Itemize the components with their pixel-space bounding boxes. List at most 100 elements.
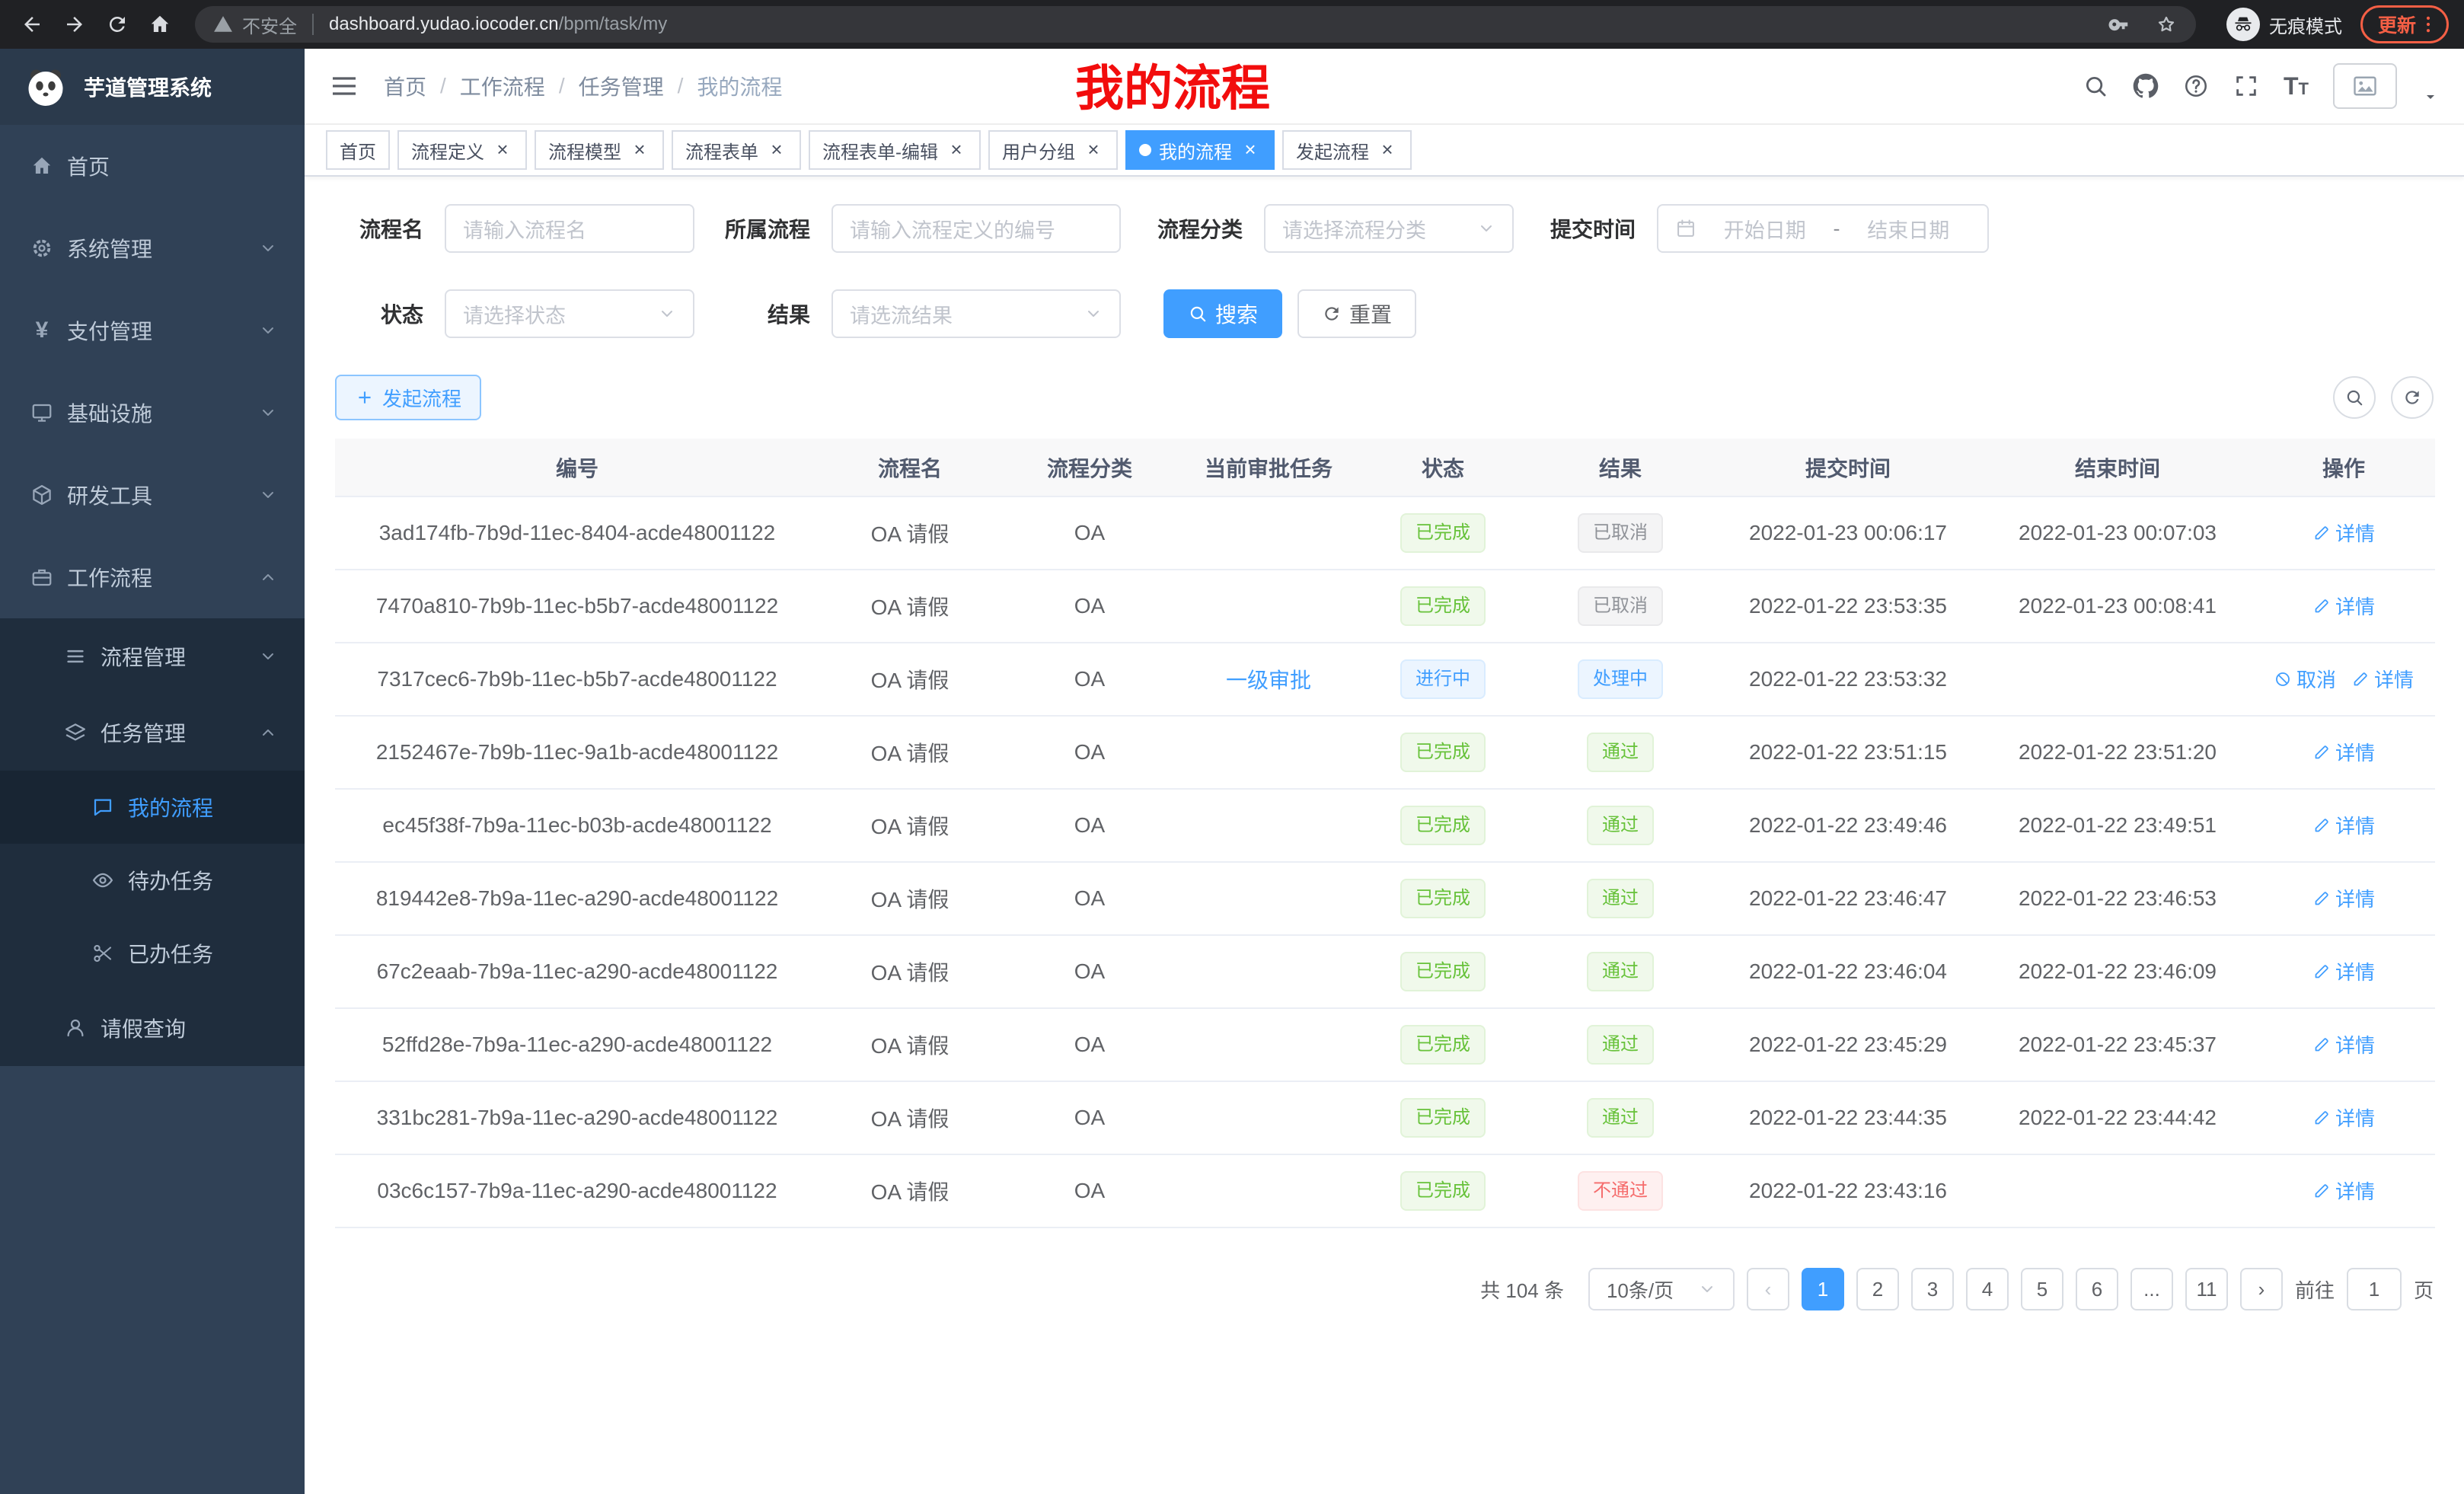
tab-my-process[interactable]: 我的流程×	[1125, 130, 1275, 170]
status-badge: 进行中	[1400, 659, 1486, 698]
status-select[interactable]: 请选择状态	[445, 289, 694, 338]
sidebar-item-home[interactable]: 首页	[0, 125, 305, 207]
tab-process-model[interactable]: 流程模型×	[535, 130, 664, 170]
tab-process-form[interactable]: 流程表单×	[672, 130, 801, 170]
avatar-caret-down-icon[interactable]	[2421, 88, 2440, 106]
browser-home-button[interactable]	[140, 5, 180, 44]
tab-close-icon[interactable]: ×	[946, 139, 967, 161]
process-name-input[interactable]: 请输入流程名	[445, 204, 694, 253]
help-icon[interactable]	[2183, 73, 2209, 99]
page-button-3[interactable]: 3	[1911, 1268, 1954, 1310]
font-size-icon[interactable]: TT	[2284, 72, 2309, 101]
current-task-link[interactable]: 一级审批	[1226, 669, 1311, 692]
page-url: dashboard.yudao.iocoder.cn/bpm/task/my	[329, 14, 667, 35]
cell-process-id: 52ffd28e-7b9a-11ec-a290-acde48001122	[335, 1008, 819, 1081]
github-icon[interactable]	[2133, 73, 2159, 99]
tab-close-icon[interactable]: ×	[1240, 139, 1261, 161]
detail-link[interactable]: 详情	[2351, 665, 2414, 693]
browser-reload-button[interactable]	[97, 5, 137, 44]
avatar[interactable]	[2333, 63, 2397, 109]
page-button-4[interactable]: 4	[1966, 1268, 2009, 1310]
bookmark-star-icon[interactable]	[2155, 13, 2178, 36]
cell-status: 已完成	[1358, 496, 1527, 570]
category-select[interactable]: 请选择流程分类	[1264, 204, 1514, 253]
goto-page-input[interactable]: 1	[2347, 1268, 2402, 1310]
detail-link[interactable]: 详情	[2312, 592, 2375, 620]
tab-user-group[interactable]: 用户分组×	[988, 130, 1118, 170]
toggle-search-button[interactable]	[2333, 376, 2376, 419]
tab-close-icon[interactable]: ×	[1377, 139, 1398, 161]
sidebar-item-payment[interactable]: ¥支付管理	[0, 289, 305, 372]
browser-back-button[interactable]	[12, 5, 52, 44]
page-size-select[interactable]: 10条/页	[1588, 1268, 1735, 1310]
sidebar-item-system[interactable]: 系统管理	[0, 207, 305, 289]
browser-forward-button[interactable]	[55, 5, 94, 44]
table-row: ec45f38f-7b9a-11ec-b03b-acde48001122OA 请…	[335, 789, 2435, 862]
fullscreen-icon[interactable]	[2233, 73, 2259, 99]
browser-menu-dots-icon[interactable]	[2418, 14, 2439, 35]
app-logo[interactable]: 芋道管理系统	[0, 49, 305, 125]
page-button-5[interactable]: 5	[2021, 1268, 2063, 1310]
sidebar-item-workflow[interactable]: 工作流程	[0, 536, 305, 618]
reset-button[interactable]: 重置	[1297, 289, 1416, 338]
result-select[interactable]: 请选流结果	[831, 289, 1121, 338]
submit-time-range-input[interactable]: 开始日期 - 结束日期	[1657, 204, 1989, 253]
status-badge: 已完成	[1400, 586, 1486, 625]
tab-close-icon[interactable]: ×	[1083, 139, 1104, 161]
page-more-button[interactable]: ...	[2130, 1268, 2173, 1310]
table-row: 7317cec6-7b9b-11ec-b5b7-acde48001122OA 请…	[335, 643, 2435, 716]
list-icon	[64, 645, 87, 668]
sidebar-item-done-task[interactable]: 已办任务	[0, 917, 305, 990]
next-page-button[interactable]: ›	[2240, 1268, 2283, 1310]
sidebar-item-process-mgmt[interactable]: 流程管理	[0, 618, 305, 694]
search-button[interactable]: 搜索	[1163, 289, 1282, 338]
cell-current-task	[1179, 716, 1358, 789]
breadcrumb-task-mgmt[interactable]: 任务管理	[579, 71, 664, 101]
tab-close-icon[interactable]: ×	[629, 139, 650, 161]
cell-end-time	[1983, 1154, 2252, 1227]
tab-close-icon[interactable]: ×	[766, 139, 787, 161]
detail-link[interactable]: 详情	[2312, 738, 2375, 766]
sidebar-item-leave-query[interactable]: 请假查询	[0, 990, 305, 1066]
cell-process-name: OA 请假	[819, 643, 1001, 716]
cancel-link[interactable]: 取消	[2274, 665, 2336, 693]
browser-update-button[interactable]: 更新	[2360, 5, 2449, 43]
sidebar-item-infrastructure[interactable]: 基础设施	[0, 372, 305, 454]
detail-link[interactable]: 详情	[2312, 884, 2375, 912]
result-badge: 通过	[1587, 879, 1654, 918]
tab-home[interactable]: 首页	[326, 130, 390, 170]
detail-link[interactable]: 详情	[2312, 1103, 2375, 1132]
detail-link[interactable]: 详情	[2312, 957, 2375, 985]
tab-process-form-edit[interactable]: 流程表单-编辑×	[809, 130, 981, 170]
search-icon[interactable]	[2083, 73, 2108, 99]
process-def-input[interactable]: 请输入流程定义的编号	[831, 204, 1121, 253]
table-row: 2152467e-7b9b-11ec-9a1b-acde48001122OA 请…	[335, 716, 2435, 789]
search-icon	[1188, 304, 1208, 324]
page-button-1[interactable]: 1	[1802, 1268, 1844, 1310]
page-button-11[interactable]: 11	[2185, 1268, 2228, 1310]
sidebar-item-todo-task[interactable]: 待办任务	[0, 844, 305, 917]
refresh-table-button[interactable]	[2391, 376, 2434, 419]
tab-start-process[interactable]: 发起流程×	[1282, 130, 1412, 170]
page-button-6[interactable]: 6	[2076, 1268, 2118, 1310]
password-key-icon[interactable]	[2108, 13, 2130, 36]
sidebar-item-task-mgmt[interactable]: 任务管理	[0, 694, 305, 771]
hamburger-icon[interactable]	[329, 71, 359, 101]
prev-page-button[interactable]: ‹	[1747, 1268, 1789, 1310]
status-badge: 已完成	[1400, 806, 1486, 844]
detail-link[interactable]: 详情	[2312, 1030, 2375, 1058]
breadcrumb-workflow[interactable]: 工作流程	[460, 71, 545, 101]
create-process-button[interactable]: 发起流程	[335, 375, 481, 420]
tab-close-icon[interactable]: ×	[492, 139, 513, 161]
detail-link[interactable]: 详情	[2312, 811, 2375, 839]
tab-process-definition[interactable]: 流程定义×	[397, 130, 527, 170]
address-bar[interactable]: 不安全 dashboard.yudao.iocoder.cn/bpm/task/…	[195, 6, 2196, 43]
cell-submit-time: 2022-01-22 23:51:15	[1713, 716, 1983, 789]
detail-link[interactable]: 详情	[2312, 1176, 2375, 1205]
sidebar-item-my-process[interactable]: 我的流程	[0, 771, 305, 844]
page-button-2[interactable]: 2	[1856, 1268, 1899, 1310]
breadcrumb-home[interactable]: 首页	[384, 71, 426, 101]
sidebar-item-devtools[interactable]: 研发工具	[0, 454, 305, 536]
search-icon	[2344, 388, 2364, 407]
detail-link[interactable]: 详情	[2312, 519, 2375, 547]
